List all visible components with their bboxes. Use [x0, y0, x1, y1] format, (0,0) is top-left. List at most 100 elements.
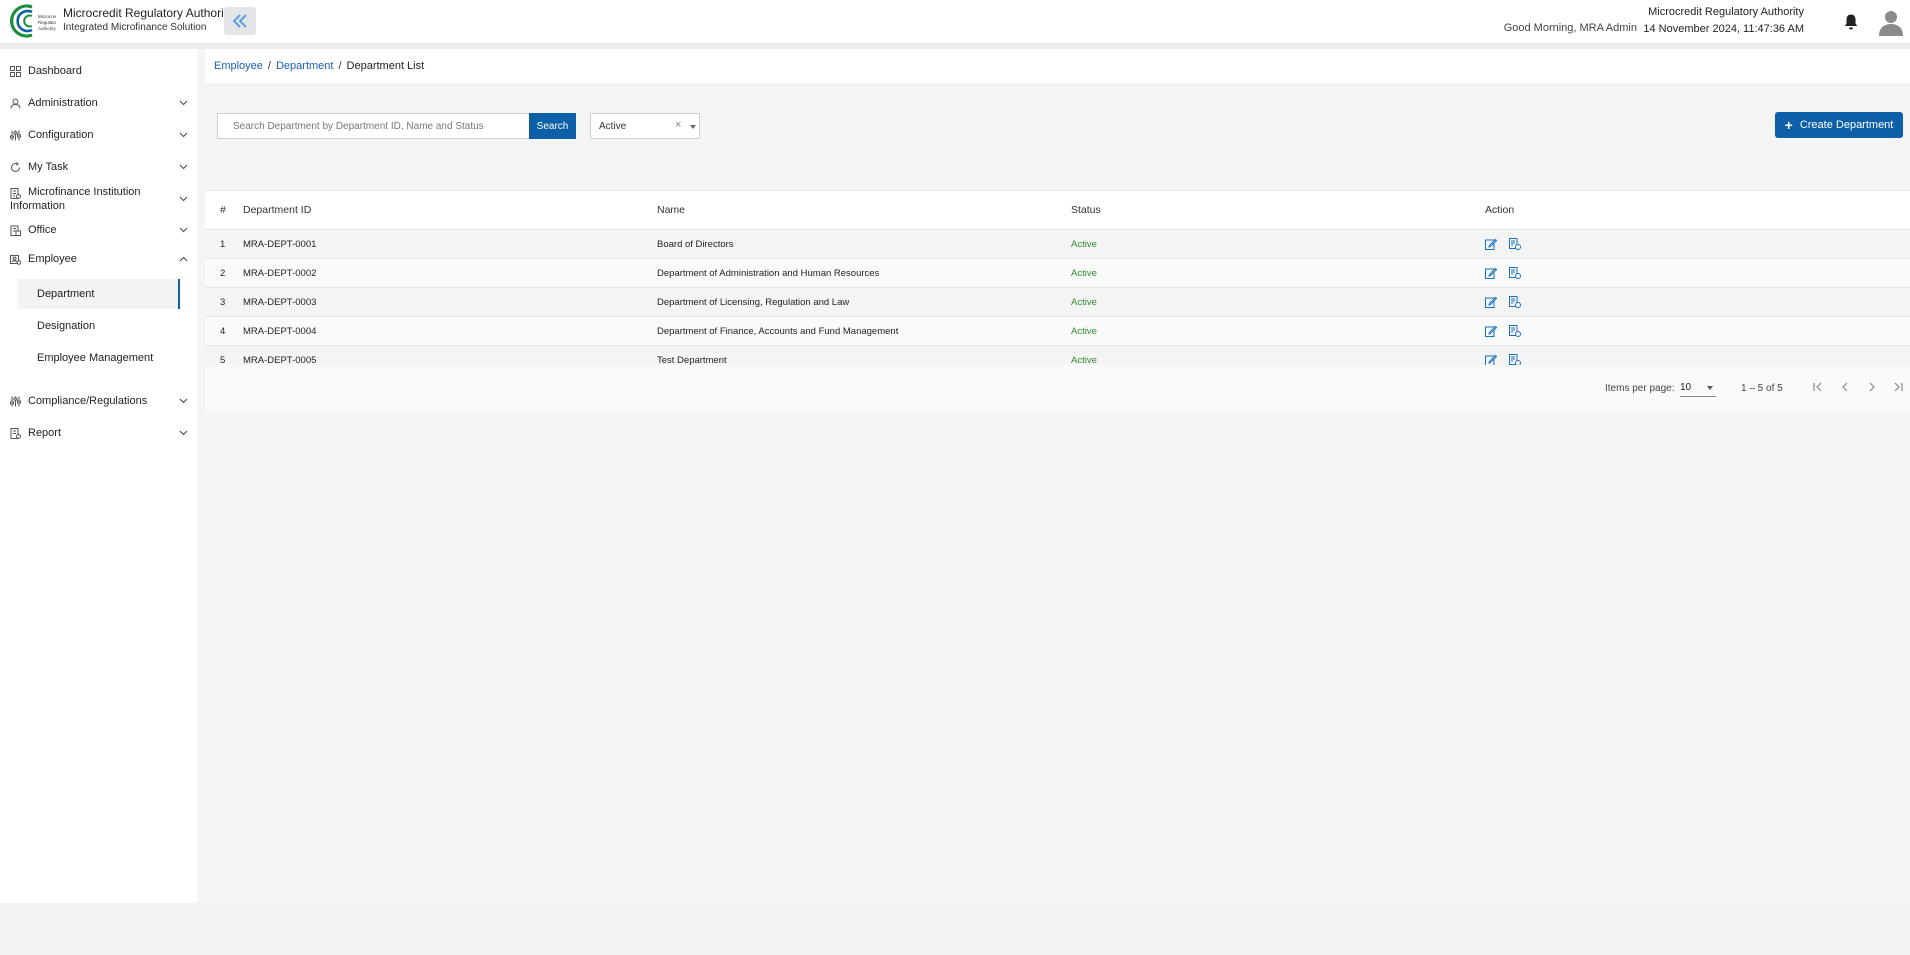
sidebar-item-dashboard[interactable]: Dashboard — [0, 57, 197, 85]
row-number: 4 — [220, 325, 226, 337]
items-per-page-value: 10 — [1680, 382, 1692, 393]
edit-icon[interactable] — [1485, 267, 1497, 279]
sidebar-item-label: Administration — [28, 97, 98, 109]
department-id: MRA-DEPT-0001 — [243, 238, 317, 250]
sidebar-item-microfinance-institution-information[interactable]: Microfinance Institution Information — [0, 182, 197, 216]
table-row: 3 MRA-DEPT-0003 Department of Licensing,… — [205, 288, 1910, 317]
next-page-icon[interactable] — [1865, 380, 1879, 394]
edit-icon[interactable] — [1485, 238, 1497, 250]
column-header-number: # — [220, 204, 226, 216]
sidebar-item-label: Employee — [28, 253, 77, 265]
status-badge: Active — [1071, 296, 1097, 308]
brand-subtitle: Integrated Microfinance Solution — [63, 22, 207, 33]
view-details-icon[interactable] — [1509, 238, 1521, 250]
breadcrumb-current: Department List — [346, 60, 425, 72]
edit-icon[interactable] — [1485, 296, 1497, 308]
users-icon — [10, 98, 21, 109]
sidebar-item-configuration[interactable]: Configuration — [0, 121, 197, 149]
department-name: Department of Administration and Human R… — [657, 267, 880, 279]
view-details-icon[interactable] — [1509, 296, 1521, 308]
previous-page-icon[interactable] — [1838, 380, 1852, 394]
sidebar-subitem-department[interactable]: Department — [18, 279, 180, 309]
row-actions — [1485, 317, 1533, 345]
collapse-sidebar-button[interactable] — [224, 7, 256, 35]
status-filter-select[interactable]: Active × — [590, 113, 700, 139]
current-datetime: 14 November 2024, 11:47:36 AM — [1643, 23, 1804, 35]
sidebar-subitem-designation[interactable]: Designation — [18, 311, 180, 341]
sliders-icon — [10, 130, 21, 140]
sidebar-item-employee[interactable]: Employee — [0, 245, 197, 273]
plus-icon: + — [1784, 117, 1793, 133]
building-icon — [10, 225, 21, 236]
table-header-row: # Department ID Name Status Action — [205, 190, 1910, 230]
caret-down-icon — [1707, 386, 1713, 390]
pagination: Items per page: 10 1 – 5 of 5 — [205, 365, 1910, 413]
department-name: Board of Directors — [657, 238, 734, 250]
sidebar-subitem-employee-management[interactable]: Employee Management — [18, 343, 180, 373]
header-info: Microcredit Regulatory Authority 14 Nove… — [1643, 6, 1804, 37]
breadcrumb-link-employee[interactable]: Employee — [214, 60, 263, 72]
sidebar-item-label: Microfinance Institution Information — [10, 186, 141, 212]
chevron-down-icon — [179, 398, 188, 404]
svg-text:Authority: Authority — [38, 26, 56, 31]
user-avatar-icon[interactable] — [1878, 9, 1904, 36]
row-number: 2 — [220, 267, 226, 279]
status-badge: Active — [1071, 325, 1097, 337]
column-header-department-id[interactable]: Department ID — [243, 191, 311, 229]
breadcrumb-separator: / — [338, 60, 342, 72]
column-header-status[interactable]: Status — [1071, 191, 1101, 229]
department-name: Department of Finance, Accounts and Fund… — [657, 325, 899, 337]
first-page-icon[interactable] — [1811, 380, 1825, 394]
breadcrumb-separator: / — [267, 60, 271, 72]
sidebar-item-label: Dashboard — [28, 65, 82, 77]
table-row: 4 MRA-DEPT-0004 Department of Finance, A… — [205, 317, 1910, 346]
sidebar-item-label: Report — [28, 427, 62, 439]
table-row: 1 MRA-DEPT-0001 Board of Directors Activ… — [205, 230, 1910, 259]
search-input[interactable] — [217, 113, 530, 139]
breadcrumb: Employee / Department / Department List — [205, 49, 1910, 83]
report-icon — [10, 427, 21, 439]
search-button[interactable]: Search — [529, 113, 576, 139]
sidebar-item-label: Office — [28, 224, 57, 236]
edit-icon[interactable] — [1485, 325, 1497, 337]
sidebar-item-administration[interactable]: Administration — [0, 89, 197, 117]
view-details-icon[interactable] — [1509, 267, 1521, 279]
create-department-label: Create Department — [1799, 119, 1894, 131]
double-chevron-left-icon — [232, 14, 247, 28]
chevron-down-icon — [179, 100, 188, 106]
brand: Microcredit Regulatory Authority Integra… — [63, 6, 233, 36]
notification-bell-icon[interactable] — [1843, 13, 1859, 31]
clear-icon[interactable]: × — [675, 119, 681, 131]
sliders-icon — [10, 396, 21, 406]
department-id: MRA-DEPT-0004 — [243, 325, 317, 337]
row-number: 1 — [220, 238, 226, 250]
caret-down-icon — [690, 125, 696, 129]
breadcrumb-link-department[interactable]: Department — [276, 60, 333, 72]
view-details-icon[interactable] — [1509, 325, 1521, 337]
chevron-down-icon — [179, 430, 188, 436]
refresh-icon — [11, 161, 20, 172]
id-card-icon — [10, 254, 21, 265]
svg-text:Regulatory: Regulatory — [38, 20, 56, 25]
sidebar-item-office[interactable]: Office — [0, 216, 197, 244]
sidebar-item-compliance-regulations[interactable]: Compliance/Regulations — [0, 387, 197, 415]
last-page-icon[interactable] — [1891, 380, 1905, 394]
sidebar-item-report[interactable]: Report — [0, 419, 197, 447]
svg-text:Microcredit: Microcredit — [38, 14, 56, 19]
page-footer-area — [0, 903, 1910, 955]
column-header-name[interactable]: Name — [657, 191, 685, 229]
chevron-up-icon — [179, 256, 188, 262]
status-filter-value: Active — [599, 120, 627, 132]
department-id: MRA-DEPT-0002 — [243, 267, 317, 279]
row-actions — [1485, 230, 1533, 258]
sidebar-item-my-task[interactable]: My Task — [0, 153, 197, 181]
items-per-page-select[interactable]: 10 — [1680, 379, 1716, 397]
department-id: MRA-DEPT-0003 — [243, 296, 317, 308]
row-actions — [1485, 288, 1533, 316]
items-per-page-label: Items per page: — [1605, 383, 1675, 394]
chevron-down-icon — [179, 227, 188, 233]
status-badge: Active — [1071, 238, 1097, 250]
create-department-button[interactable]: + Create Department — [1775, 112, 1903, 138]
department-name: Department of Licensing, Regulation and … — [657, 296, 850, 308]
chevron-down-icon — [179, 196, 188, 202]
